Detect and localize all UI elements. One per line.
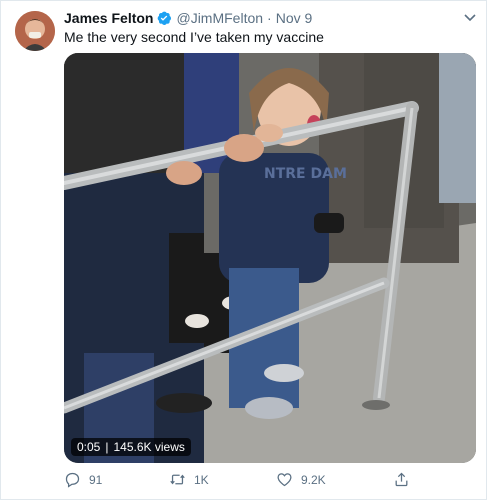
header-separator: · <box>267 10 272 26</box>
reply-button[interactable]: 91 <box>64 471 102 488</box>
tweet-text: Me the very second I’ve taken my vaccine <box>64 29 324 45</box>
reply-count: 91 <box>89 472 103 487</box>
video-player[interactable]: NTRE DAM <box>64 53 476 463</box>
share-button[interactable] <box>393 471 410 488</box>
tweet-card[interactable]: James Felton @JimMFelton · Nov 9 Me the … <box>0 0 487 500</box>
video-info-badge: 0:05 | 145.6K views <box>71 438 191 456</box>
verified-badge-icon <box>156 10 172 26</box>
video-views: 145.6K views <box>113 440 185 454</box>
retweet-icon <box>170 474 185 485</box>
author-name[interactable]: James Felton <box>64 10 153 26</box>
video-frame: NTRE DAM <box>64 53 476 463</box>
avatar-image <box>15 11 55 51</box>
author-handle[interactable]: @JimMFelton <box>176 10 263 26</box>
video-info-separator: | <box>105 440 109 454</box>
retweet-button[interactable]: 1K <box>169 471 209 488</box>
share-icon <box>395 472 408 487</box>
avatar[interactable] <box>15 11 55 51</box>
like-button[interactable]: 9.2K <box>276 471 326 488</box>
reply-icon <box>65 472 80 488</box>
like-count: 9.2K <box>301 472 326 487</box>
like-icon <box>277 473 292 487</box>
retweet-count: 1K <box>194 472 209 487</box>
tweet-header: James Felton @JimMFelton · Nov 9 <box>64 10 312 26</box>
chevron-down-icon[interactable] <box>463 11 477 23</box>
action-bar: 91 1K 9.2K <box>1 471 487 491</box>
svg-text:NTRE DAM: NTRE DAM <box>264 166 347 182</box>
tweet-date[interactable]: Nov 9 <box>276 10 313 26</box>
video-time: 0:05 <box>77 440 101 454</box>
